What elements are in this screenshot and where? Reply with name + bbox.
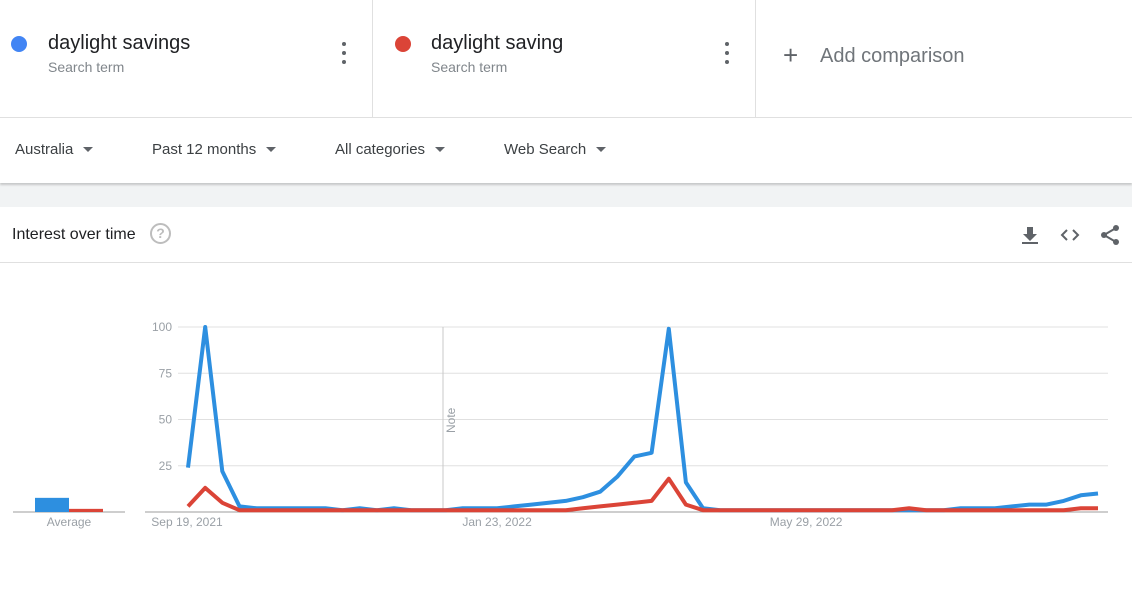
average-bar-daylight-saving bbox=[69, 508, 103, 512]
section-separator bbox=[0, 183, 1132, 207]
term-type: Search term bbox=[431, 59, 508, 75]
x-axis-ticks: Sep 19, 2021 Jan 23, 2022 May 29, 2022 bbox=[151, 515, 842, 529]
term-name[interactable]: daylight savings bbox=[48, 32, 190, 55]
embed-icon[interactable] bbox=[1059, 224, 1081, 246]
time-range-label: Past 12 months bbox=[152, 141, 257, 158]
category-label: All categories bbox=[335, 141, 426, 158]
term-card-1[interactable]: daylight savings Search term bbox=[0, 0, 373, 117]
x-tick-label: May 29, 2022 bbox=[770, 515, 843, 529]
x-tick-label: Jan 23, 2022 bbox=[462, 515, 532, 529]
panel-title: Interest over time bbox=[12, 226, 136, 243]
region-label: Australia bbox=[15, 141, 74, 158]
series-color-dot-icon bbox=[395, 36, 411, 52]
plus-icon: + bbox=[783, 40, 799, 70]
caret-down-icon bbox=[266, 147, 277, 152]
caret-down-icon bbox=[83, 147, 94, 152]
series-color-dot-icon bbox=[11, 36, 27, 52]
note-annotation[interactable]: Note bbox=[444, 407, 458, 433]
search-terms-bar: daylight savings Search term daylight sa… bbox=[0, 0, 1132, 118]
average-bars: Average bbox=[13, 497, 125, 529]
filter-bar: Australia Past 12 months All categories … bbox=[0, 118, 1132, 183]
x-tick-label: Sep 19, 2021 bbox=[151, 515, 223, 529]
series-lines bbox=[186, 325, 1099, 513]
caret-down-icon bbox=[596, 147, 607, 152]
time-range-dropdown[interactable]: Past 12 months bbox=[152, 141, 277, 158]
category-dropdown[interactable]: All categories bbox=[335, 141, 446, 158]
interest-over-time-chart[interactable]: Average 25 50 75 100 Note Sep 19, 2021 Jan 2… bbox=[0, 263, 1132, 589]
add-comparison-button[interactable]: + Add comparison bbox=[756, 0, 1132, 117]
y-tick-label: 50 bbox=[159, 413, 173, 427]
average-label: Average bbox=[47, 515, 92, 529]
y-tick-label: 25 bbox=[159, 459, 173, 473]
search-type-label: Web Search bbox=[504, 141, 587, 158]
more-vert-icon[interactable] bbox=[719, 42, 735, 64]
download-icon[interactable] bbox=[1019, 224, 1041, 246]
term-type: Search term bbox=[48, 59, 125, 75]
caret-down-icon bbox=[435, 147, 446, 152]
more-vert-icon[interactable] bbox=[336, 42, 352, 64]
help-icon[interactable]: ? bbox=[150, 223, 171, 244]
series-line-daylight-saving[interactable] bbox=[186, 476, 1098, 513]
region-dropdown[interactable]: Australia bbox=[15, 141, 94, 158]
grid-lines bbox=[178, 326, 1108, 467]
term-name[interactable]: daylight saving bbox=[431, 32, 563, 55]
y-tick-label: 100 bbox=[152, 320, 172, 334]
add-comparison-label: Add comparison bbox=[820, 45, 965, 67]
share-icon[interactable] bbox=[1099, 224, 1121, 246]
y-tick-label: 75 bbox=[159, 366, 173, 380]
term-card-2[interactable]: daylight saving Search term bbox=[373, 0, 756, 117]
search-type-dropdown[interactable]: Web Search bbox=[504, 141, 607, 158]
y-axis-ticks: 25 50 75 100 bbox=[152, 320, 172, 473]
average-bar-daylight-savings bbox=[35, 497, 69, 512]
series-line-daylight-savings[interactable] bbox=[186, 325, 1099, 513]
